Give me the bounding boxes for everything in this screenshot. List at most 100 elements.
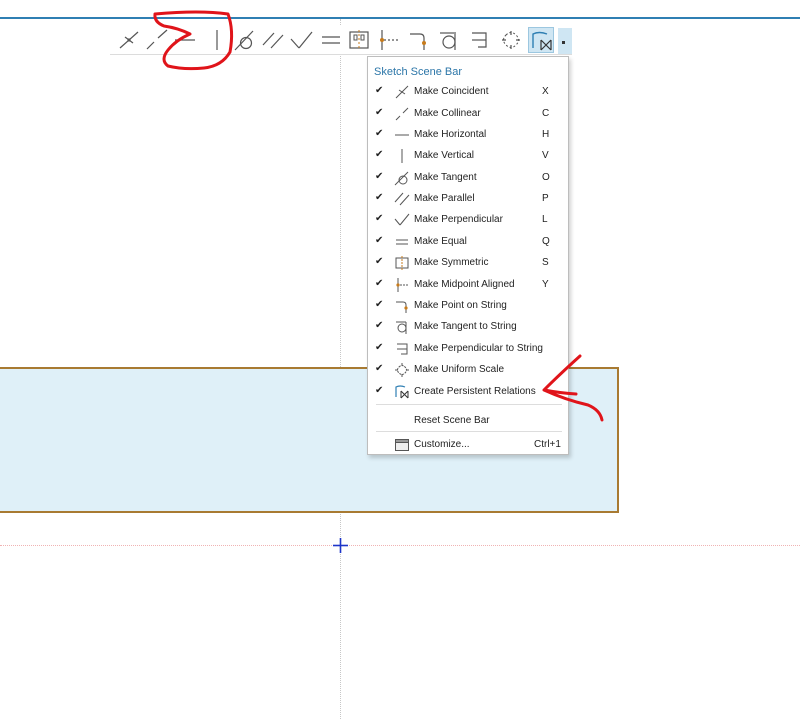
check-icon: ✔: [375, 107, 384, 118]
menu-item-make-horizontal[interactable]: ✔ Make Horizontal H: [368, 124, 568, 145]
chevron-down-icon: [562, 41, 565, 44]
vertical-icon: [216, 30, 218, 50]
equal-icon: [394, 234, 410, 250]
horizontal-icon: [394, 127, 410, 143]
menu-item-make-equal[interactable]: ✔ Make Equal Q: [368, 231, 568, 252]
menu-item-make-point-on-string[interactable]: ✔ Make Point on String: [368, 295, 568, 316]
menu-item-make-perpendicular[interactable]: ✔ Make Perpendicular L: [368, 209, 568, 230]
equal-button[interactable]: [318, 27, 344, 53]
symmetric-button[interactable]: [346, 27, 372, 53]
check-icon: ✔: [375, 320, 384, 331]
point-on-string-button[interactable]: [406, 27, 432, 53]
tangent-button[interactable]: [232, 27, 258, 53]
menu-item-shortcut: Ctrl+1: [534, 439, 561, 450]
menu-item-label: Make Tangent to String: [414, 321, 517, 332]
coincident-icon: [119, 31, 139, 49]
menu-item-make-symmetric[interactable]: ✔ Make Symmetric S: [368, 252, 568, 273]
menu-item-make-uniform-scale[interactable]: ✔ Make Uniform Scale: [368, 359, 568, 380]
tangent-to-string-button[interactable]: [436, 27, 462, 53]
perpendicular-icon: [290, 31, 313, 49]
menu-item-shortcut: O: [542, 172, 550, 183]
menu-item-label: Customize...: [414, 439, 470, 450]
coincident-button[interactable]: [116, 27, 142, 53]
menu-item-label: Make Horizontal: [414, 129, 487, 140]
menu-item-customize[interactable]: Customize... Ctrl+1: [368, 434, 568, 455]
sketch-scene-bar: [110, 26, 572, 56]
persistent-relations-button[interactable]: [528, 27, 554, 53]
check-icon: ✔: [375, 385, 384, 396]
collinear-icon: [394, 106, 410, 122]
origin-icon: [333, 538, 348, 553]
check-icon: ✔: [375, 278, 384, 289]
check-icon: ✔: [375, 192, 384, 203]
tangent-icon: [394, 170, 410, 186]
menu-title: Sketch Scene Bar: [374, 66, 463, 78]
menu-item-make-tangent-to-string[interactable]: ✔ Make Tangent to String: [368, 316, 568, 337]
menu-item-label: Make Perpendicular: [414, 214, 503, 225]
menu-item-make-collinear[interactable]: ✔ Make Collinear C: [368, 103, 568, 124]
horizontal-axis-line: [0, 545, 800, 546]
menu-item-create-persistent-relations[interactable]: ✔ Create Persistent Relations: [368, 381, 568, 402]
perpendicular-button[interactable]: [288, 27, 314, 53]
perpendicular-icon: [394, 212, 410, 228]
menu-item-make-vertical[interactable]: ✔ Make Vertical V: [368, 145, 568, 166]
menu-item-label: Make Midpoint Aligned: [414, 279, 515, 290]
menu-item-make-parallel[interactable]: ✔ Make Parallel P: [368, 188, 568, 209]
perpendicular-to-string-icon: [394, 341, 410, 357]
menu-separator: [376, 431, 562, 432]
menu-item-label: Make Collinear: [414, 108, 481, 119]
menu-item-label: Make Perpendicular to String: [414, 343, 543, 354]
menu-item-reset-scene-bar[interactable]: Reset Scene Bar: [368, 410, 568, 431]
equal-icon: [322, 36, 340, 44]
parallel-button[interactable]: [260, 27, 286, 53]
menu-item-shortcut: Q: [542, 236, 550, 247]
check-icon: ✔: [375, 235, 384, 246]
menu-item-shortcut: V: [542, 150, 549, 161]
menu-item-label: Make Equal: [414, 236, 467, 247]
menu-item-shortcut: Y: [542, 279, 549, 290]
check-icon: ✔: [375, 128, 384, 139]
vertical-button[interactable]: [204, 27, 230, 53]
menu-item-make-perpendicular-to-string[interactable]: ✔ Make Perpendicular to String: [368, 338, 568, 359]
horizontal-button[interactable]: [172, 27, 198, 53]
uniform-scale-icon: [502, 31, 520, 49]
check-icon: ✔: [375, 149, 384, 160]
menu-item-shortcut: C: [542, 108, 550, 119]
midpoint-aligned-button[interactable]: [376, 27, 402, 53]
tangent-to-string-icon: [394, 319, 410, 335]
collinear-button[interactable]: [144, 27, 170, 53]
check-icon: ✔: [375, 256, 384, 267]
menu-item-label: Make Coincident: [414, 86, 489, 97]
check-icon: ✔: [375, 342, 384, 353]
tangent-icon: [234, 30, 254, 51]
uniform-scale-button[interactable]: [498, 27, 524, 53]
menu-item-label: Create Persistent Relations: [414, 386, 536, 397]
menu-item-label: Make Point on String: [414, 300, 507, 311]
horizontal-icon: [175, 39, 195, 41]
symmetric-icon: [349, 30, 369, 50]
menu-item-shortcut: L: [542, 214, 548, 225]
scene-bar-dropdown-button[interactable]: [558, 28, 572, 54]
persistent-relations-icon: [532, 31, 552, 51]
parallel-icon: [262, 32, 284, 49]
scene-bar-divider: [110, 54, 572, 55]
check-icon: ✔: [375, 299, 384, 310]
check-icon: ✔: [375, 363, 384, 374]
coincident-icon: [394, 84, 410, 100]
menu-item-make-midpoint-aligned[interactable]: ✔ Make Midpoint Aligned Y: [368, 274, 568, 295]
perpendicular-to-string-button[interactable]: [466, 27, 492, 53]
menu-item-make-coincident[interactable]: ✔ Make Coincident X: [368, 81, 568, 102]
midpoint-aligned-icon: [380, 30, 400, 50]
menu-item-make-tangent[interactable]: ✔ Make Tangent O: [368, 167, 568, 188]
menu-separator: [376, 404, 562, 405]
menu-item-label: Make Parallel: [414, 193, 475, 204]
menu-item-label: Make Symmetric: [414, 257, 489, 268]
check-icon: ✔: [375, 85, 384, 96]
menu-item-shortcut: S: [542, 257, 549, 268]
point-on-string-icon: [410, 33, 426, 50]
window-top-border: [0, 17, 800, 19]
tangent-to-string-icon: [440, 32, 456, 50]
customize-icon: [394, 437, 410, 453]
menu-item-shortcut: H: [542, 129, 550, 140]
midpoint-aligned-icon: [394, 277, 410, 293]
